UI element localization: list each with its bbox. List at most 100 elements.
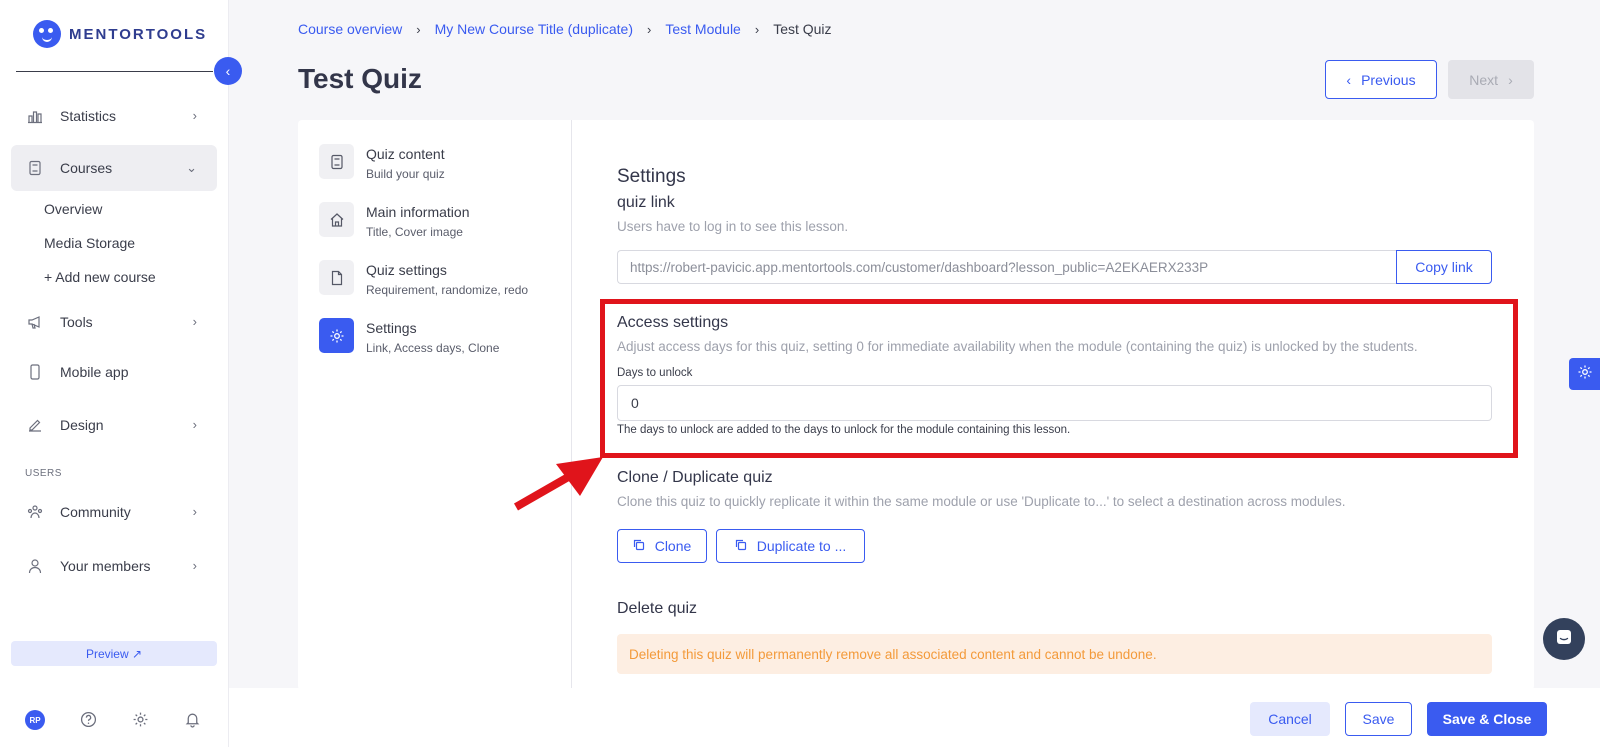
step-quiz-content[interactable]: Quiz content Build your quiz	[319, 144, 445, 181]
sidebar-item-mobile-app[interactable]: Mobile app	[11, 349, 217, 395]
clone-duplicate-title: Clone / Duplicate quiz	[617, 469, 773, 486]
avatar[interactable]: RP	[25, 710, 45, 730]
sidebar-item-label: Statistics	[60, 108, 117, 124]
step-title: Quiz content	[366, 146, 445, 162]
people-group-icon	[26, 503, 44, 521]
breadcrumb-course[interactable]: My New Course Title (duplicate)	[435, 21, 633, 37]
divider	[571, 120, 572, 690]
sidebar-item-your-members[interactable]: Your members ›	[11, 543, 217, 589]
add-new-course-link[interactable]: + Add new course	[44, 269, 156, 285]
page-title: Test Quiz	[298, 63, 422, 94]
sidebar-item-community[interactable]: Community ›	[11, 489, 217, 535]
chevron-right-icon: ›	[647, 21, 652, 37]
sidebar-item-label: Courses	[60, 160, 113, 176]
book-icon	[26, 159, 44, 177]
chevron-right-icon: ›	[192, 108, 197, 123]
chevron-right-icon: ›	[192, 504, 197, 519]
bell-icon[interactable]	[182, 709, 202, 729]
step-desc: Requirement, randomize, redo	[366, 283, 529, 297]
brand-logo[interactable]: MENTORTOOLS	[33, 20, 207, 48]
save-button[interactable]: Save	[1345, 702, 1412, 736]
bar-chart-icon	[26, 107, 44, 125]
mentortools-logo-icon	[33, 20, 61, 48]
arrow-annotation-icon	[514, 457, 603, 511]
brand-name: MENTORTOOLS	[69, 25, 208, 43]
step-main-information[interactable]: Main information Title, Cover image	[319, 202, 470, 239]
chevron-right-icon: ›	[416, 21, 421, 37]
sidebar-subitem-media-storage[interactable]: Media Storage	[44, 235, 135, 251]
chat-icon	[1554, 627, 1574, 652]
quiz-link-title: quiz link	[617, 194, 675, 211]
clone-duplicate-desc: Clone this quiz to quickly replicate it …	[617, 494, 1346, 509]
chevron-left-icon: ‹	[1346, 71, 1352, 88]
sidebar-item-statistics[interactable]: Statistics ›	[11, 93, 217, 139]
step-title: Main information	[366, 204, 470, 220]
save-and-close-button[interactable]: Save & Close	[1427, 702, 1547, 736]
step-desc: Link, Access days, Clone	[366, 341, 500, 355]
step-desc: Title, Cover image	[366, 225, 463, 239]
collapse-sidebar-button[interactable]: ‹	[214, 57, 242, 85]
copy-icon	[735, 538, 747, 554]
delete-quiz-title: Delete quiz	[617, 600, 698, 617]
quiz-link-field[interactable]: https://robert-pavicic.app.mentortools.c…	[617, 250, 1397, 284]
step-settings[interactable]: Settings Link, Access days, Clone	[319, 318, 499, 355]
step-title: Settings	[366, 320, 417, 336]
sidebar-item-tools[interactable]: Tools ›	[11, 299, 217, 345]
cancel-button[interactable]: Cancel	[1250, 702, 1330, 736]
breadcrumb: Course overview › My New Course Title (d…	[298, 21, 832, 37]
sidebar-item-courses[interactable]: Courses ⌄	[11, 145, 217, 191]
sidebar-bottom-bar: RP	[0, 705, 229, 735]
preview-button[interactable]: Preview ↗	[11, 641, 217, 666]
next-label: Next	[1469, 71, 1499, 88]
previous-label: Previous	[1361, 71, 1416, 88]
sidebar-item-label: Community	[60, 504, 131, 520]
clone-button[interactable]: Clone	[617, 529, 707, 563]
sidebar-subitem-overview[interactable]: Overview	[44, 201, 102, 217]
breadcrumb-current: Test Quiz	[773, 21, 832, 37]
home-icon	[319, 202, 354, 237]
help-icon[interactable]	[78, 709, 98, 729]
gear-icon[interactable]	[130, 709, 150, 729]
chevron-right-icon: ›	[754, 21, 760, 37]
sidebar-item-design[interactable]: Design ›	[11, 402, 217, 448]
section-label-users: USERS	[25, 468, 62, 479]
sidebar-item-label: Tools	[60, 314, 93, 330]
previous-button[interactable]: ‹ Previous	[1325, 60, 1437, 99]
sidebar: MENTORTOOLS Statistics › Courses ⌄ Overv…	[0, 0, 229, 747]
duplicate-to-label: Duplicate to ...	[756, 538, 847, 554]
highlight-box	[600, 299, 1518, 458]
divider	[16, 71, 213, 72]
sidebar-item-label: Your members	[60, 558, 151, 574]
chevron-left-icon: ‹	[225, 63, 231, 79]
settings-panel-toggle[interactable]	[1569, 358, 1600, 390]
copy-icon	[633, 538, 645, 554]
settings-heading: Settings	[617, 166, 686, 187]
chevron-right-icon: ›	[192, 417, 197, 432]
chevron-right-icon: ›	[1508, 71, 1513, 88]
document-icon	[319, 260, 354, 295]
quiz-link-desc: Users have to log in to see this lesson.	[617, 219, 849, 234]
megaphone-icon	[26, 313, 44, 331]
delete-warning: Deleting this quiz will permanently remo…	[617, 634, 1492, 674]
chat-support-button[interactable]	[1543, 618, 1585, 660]
step-desc: Build your quiz	[366, 167, 445, 181]
sidebar-item-label: Design	[60, 417, 104, 433]
copy-link-button[interactable]: Copy link	[1396, 250, 1492, 284]
breadcrumb-module[interactable]: Test Module	[665, 21, 740, 37]
breadcrumb-course-overview[interactable]: Course overview	[298, 21, 402, 37]
pencil-edit-icon	[26, 416, 44, 434]
step-title: Quiz settings	[366, 262, 447, 278]
chevron-down-icon: ⌄	[186, 160, 197, 175]
sidebar-item-label: Mobile app	[60, 364, 129, 380]
gear-icon	[1577, 364, 1593, 384]
user-icon	[26, 557, 44, 575]
chevron-right-icon: ›	[192, 558, 197, 573]
clone-label: Clone	[654, 538, 692, 554]
step-quiz-settings[interactable]: Quiz settings Requirement, randomize, re…	[319, 260, 528, 297]
gear-icon	[319, 318, 354, 353]
chevron-right-icon: ›	[192, 314, 197, 329]
next-button[interactable]: Next ›	[1448, 60, 1534, 99]
book-icon	[319, 144, 354, 179]
phone-icon	[26, 363, 44, 381]
duplicate-to-button[interactable]: Duplicate to ...	[716, 529, 865, 563]
